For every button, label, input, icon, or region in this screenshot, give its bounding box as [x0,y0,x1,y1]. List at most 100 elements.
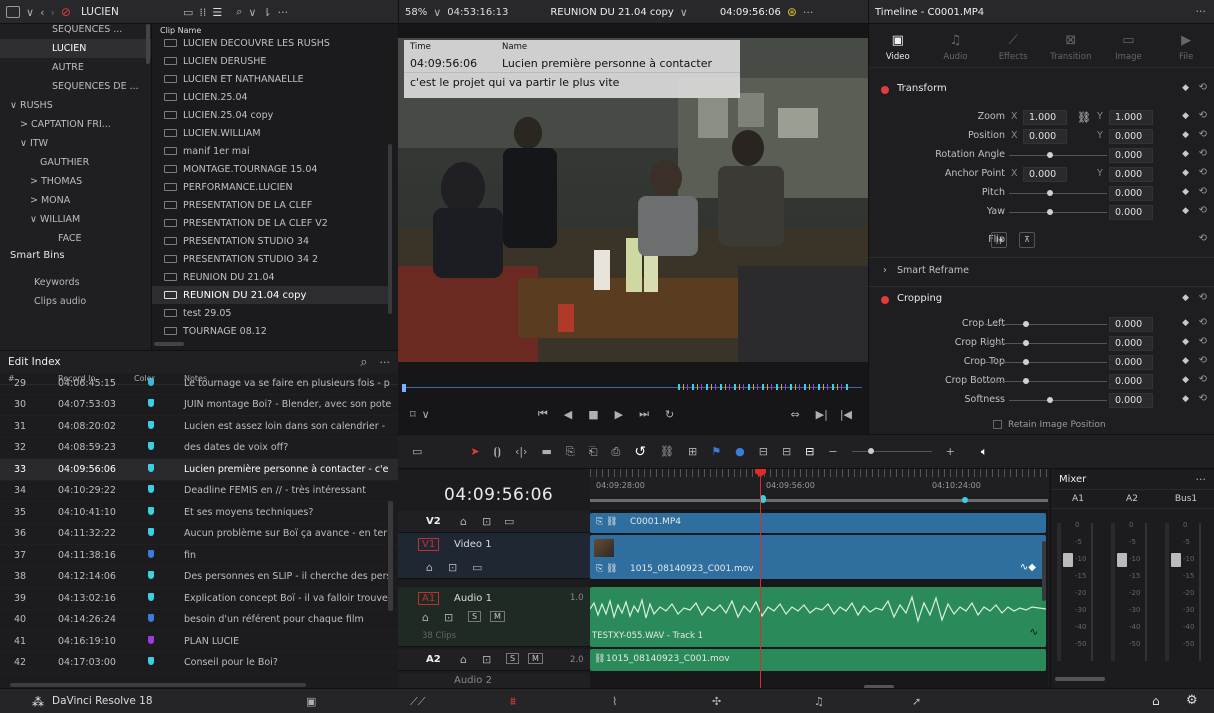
bin-item[interactable]: ∨ WILLIAM [0,210,151,229]
edit-index-h-scrollbar[interactable] [10,683,306,687]
smart-reframe-header[interactable]: › Smart Reframe [869,262,1214,281]
edit-index-row[interactable]: 32 04:08:59:23 des dates de voix off? [0,438,398,459]
blade-tool-icon[interactable]: ▬ [541,445,551,458]
edit-index-row[interactable]: 33 04:09:56:06 Lucien première personne à … [0,459,398,481]
transform-section-header[interactable]: Transform ◆ ⟲ [869,80,1214,99]
chevron-down-icon[interactable]: ∨ [433,6,441,19]
linked-selection-icon[interactable]: ⛓ [660,445,674,458]
yaw-field[interactable]: 0.000 [1109,205,1153,220]
go-to-start-icon[interactable]: ⏮ [538,407,548,421]
crop-right-field[interactable]: 0.000 [1109,336,1153,351]
clip-item[interactable]: PRESENTATION DE LA CLEF V2 [152,214,392,232]
next-edit-icon[interactable]: ▶| [816,408,828,421]
auto-select-icon[interactable]: ⊡ [444,611,453,624]
yaw-slider[interactable] [1009,209,1107,215]
lock-icon[interactable]: ⌂ [422,611,429,624]
snapping-icon[interactable]: ↺ [634,444,646,460]
softness-slider[interactable] [1009,397,1107,403]
clip-item[interactable]: LUCIEN DECOUVRE LES RUSHS [152,34,392,52]
crop-right-slider[interactable] [985,340,1107,346]
auto-select-icon[interactable]: ⊡ [448,561,457,574]
clip-item[interactable]: LUCIEN.25.04 copy [152,106,392,124]
position-x-field[interactable]: 0.000 [1023,129,1067,144]
loop-icon[interactable]: ↻ [665,408,674,421]
reset-icon[interactable]: ⟲ [1199,205,1207,216]
reset-icon[interactable]: ⟲ [1199,110,1207,121]
tab-file[interactable]: ▶ File [1160,33,1212,62]
zoom-x-field[interactable]: 1.000 [1023,110,1067,125]
selection-tool-icon[interactable]: ➤ [470,445,479,458]
track-v1-name[interactable]: V1 [418,538,440,551]
keyframe-diamond-icon[interactable]: ◆ [1182,356,1189,366]
volume-curve-icon[interactable]: ∿ [1030,627,1038,638]
track-a1-name[interactable]: A1 [418,592,440,605]
timeline-name[interactable]: REUNION DU 21.04 copy [550,7,673,18]
search-icon[interactable]: ⌕ [236,5,242,19]
marker-icon[interactable]: ● [735,445,745,458]
edit-index-row[interactable]: 39 04:13:02:16 Explication concept Boï - i… [0,588,398,610]
fader-handle[interactable] [1063,553,1073,567]
more-options-icon[interactable]: ··· [1196,473,1207,486]
pitch-slider[interactable] [1009,190,1107,196]
viewer-scrubber[interactable] [402,384,864,392]
mute-button[interactable]: M [490,611,505,622]
reset-icon[interactable]: ⟲ [1199,393,1207,404]
keyframe-diamond-icon[interactable]: ◆ [1182,337,1189,347]
anchor-point-x-field[interactable]: 0.000 [1023,167,1067,182]
more-options-icon[interactable]: ··· [278,6,289,19]
smart-bin-clips-audio[interactable]: Clips audio [34,296,86,307]
bin-item[interactable]: SEQUENCES DE ... [0,77,151,96]
reset-icon[interactable]: ⟲ [1199,148,1207,159]
retain-checkbox[interactable] [993,420,1002,429]
reset-icon[interactable]: ⟲ [1199,186,1207,197]
position-y-field[interactable]: 0.000 [1109,129,1153,144]
dynamic-trim-icon[interactable]: ‹|› [515,445,528,458]
sort-icon[interactable]: ⇂ [262,6,271,19]
search-icon[interactable]: ⌕ [360,355,367,370]
zoom-y-field[interactable]: 1.000 [1109,110,1153,125]
thumbnail-view-icon[interactable]: ▭ [183,6,193,19]
media-page-icon[interactable]: ▣ [306,695,316,708]
bin-item[interactable]: ∨ ITW [0,134,151,153]
bin-item[interactable]: AUTRE [0,58,151,77]
edit-index-scrollbar[interactable] [388,501,393,611]
chevron-down-icon[interactable]: ∨ [26,6,34,19]
forward-arrow-icon[interactable]: › [50,6,54,19]
bin-item[interactable]: > THOMAS [0,172,151,191]
flip-vertical-button[interactable]: ⊼ [1019,232,1035,248]
flip-horizontal-button[interactable]: |◂ [991,232,1007,248]
edit-index-row[interactable]: 42 04:17:03:00 Conseil pour le Boi? [0,653,398,674]
edit-index-row[interactable]: 30 04:07:53:03 JUIN montage Boi? - Blender… [0,395,398,416]
timeline-ruler[interactable]: 04:09:28:00 04:09:56:00 04:10:24:00 [590,469,1048,511]
bin-item[interactable]: SEQUENCES ... [0,24,151,39]
zoom-out-icon[interactable]: − [828,445,837,458]
clip-item[interactable]: PRESENTATION STUDIO 34 [152,232,392,250]
a1-clip[interactable]: TESTXY-055.WAV - Track 1 ∿ [590,587,1046,647]
clip-item[interactable]: REUNION DU 21.04 copy [152,286,392,304]
chevron-down-icon[interactable]: ∨ [248,6,256,19]
viewer-size-icon[interactable]: ⌑ [410,408,416,421]
expand-chevron-icon[interactable]: › [883,265,887,276]
solo-button[interactable]: S [468,611,482,622]
zoom-detail-icon[interactable]: ⊟ [782,445,791,458]
bin-scrollbar[interactable] [146,24,150,64]
position-lock-icon[interactable]: ⊞ [688,445,697,458]
keyframe-diamond-icon[interactable]: ◆ [1182,318,1189,328]
fader-track[interactable] [1145,523,1147,661]
more-options-icon[interactable]: ··· [1196,5,1207,18]
keyframe-diamond-icon[interactable]: ◆ [1182,149,1189,159]
crop-top-slider[interactable] [985,359,1107,365]
link-icon[interactable]: ⛓ [1077,111,1091,124]
clip-item[interactable]: MONTAGE.TOURNAGE 15.04 [152,160,392,178]
list-view-icon[interactable]: ☰ [212,6,222,19]
reset-icon[interactable]: ⟲ [1199,355,1207,366]
softness-field[interactable]: 0.000 [1109,393,1153,408]
panel-toggle-icon[interactable] [6,6,20,18]
reset-icon[interactable]: ⟲ [1199,292,1207,303]
edit-index-row[interactable]: 31 04:08:20:02 Lucien est assez loin dans … [0,416,398,438]
play-icon[interactable]: ▶ [615,408,623,421]
tab-image[interactable]: ▭ Image [1102,33,1154,62]
tab-effects[interactable]: ⟋ Effects [987,33,1039,62]
reset-icon[interactable]: ⟲ [1199,233,1207,244]
reset-icon[interactable]: ⟲ [1199,336,1207,347]
